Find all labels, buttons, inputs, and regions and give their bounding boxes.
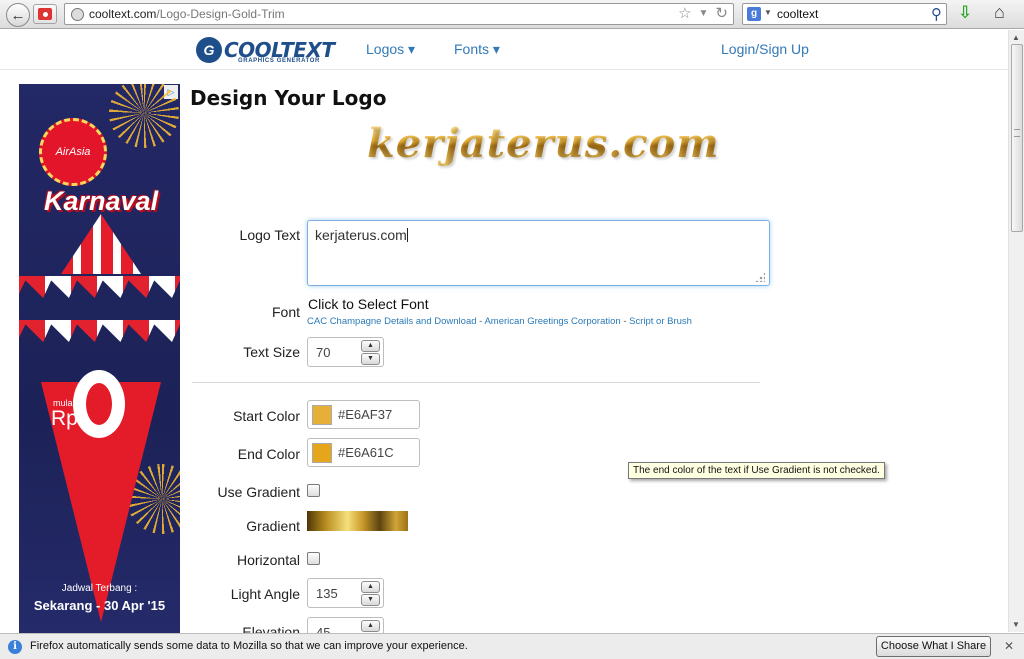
end-color-picker[interactable]: #E6A61C: [307, 438, 420, 467]
ad-headline: Karnaval: [44, 186, 159, 216]
light-angle-label: Light Angle: [230, 586, 300, 602]
back-button[interactable]: ←: [6, 3, 30, 27]
nav-login[interactable]: Login/Sign Up: [721, 41, 809, 57]
text-size-label: Text Size: [243, 344, 300, 360]
logo-text-label: Logo Text: [239, 227, 300, 243]
bunting-decoration: [19, 276, 180, 298]
google-icon[interactable]: g: [747, 7, 761, 21]
home-icon[interactable]: ⌂: [994, 2, 1005, 23]
end-color-value: #E6A61C: [338, 445, 394, 460]
logo-text-value: kerjaterus.com: [315, 227, 407, 243]
end-color-label: End Color: [237, 446, 300, 462]
gradient-label: Gradient: [246, 518, 300, 534]
resize-grip-icon[interactable]: [755, 272, 765, 282]
cooltext-logo[interactable]: G COOLTEXT GRAPHICS GENERATOR: [196, 37, 335, 64]
close-icon[interactable]: ✕: [1004, 639, 1014, 653]
back-arrow-icon: ←: [10, 6, 26, 24]
page-scrollbar[interactable]: ▲ ▼: [1008, 30, 1024, 632]
decrement-icon[interactable]: ▼: [361, 353, 380, 365]
download-icon[interactable]: ⇩: [958, 3, 972, 23]
url-text: cooltext.com/Logo-Design-Gold-Trim: [89, 7, 285, 21]
circus-tent-decoration: [61, 214, 141, 274]
choose-what-i-share-button[interactable]: Choose What I Share: [876, 636, 991, 657]
font-author-link[interactable]: American Greetings Corporation: [484, 316, 620, 327]
scroll-thumb[interactable]: [1011, 44, 1023, 232]
decrement-icon[interactable]: ▼: [361, 594, 380, 606]
increment-icon[interactable]: ▲: [361, 581, 380, 593]
logo-wordmark: COOLTEXT: [224, 38, 335, 62]
notification-bar: i Firefox automatically sends some data …: [0, 633, 1024, 659]
logo-text-input[interactable]: kerjaterus.com: [307, 220, 770, 286]
nav-fonts[interactable]: Fonts ▾: [454, 41, 500, 58]
reload-icon[interactable]: ↻: [715, 5, 728, 23]
ad-schedule-dates: Sekarang - 30 Apr '15: [33, 598, 166, 613]
text-cursor: [406, 228, 408, 242]
search-magnifier-icon[interactable]: ⚲: [931, 5, 942, 23]
start-color-label: Start Color: [233, 408, 300, 424]
start-color-swatch[interactable]: [312, 405, 332, 425]
bookmark-star-icon[interactable]: ☆: [678, 5, 691, 23]
firework-decoration: [109, 84, 179, 148]
light-angle-value: 135: [316, 586, 338, 601]
advertisement-banner[interactable]: ▷ AirAsia Karnaval mulai Rp Jadwal Terba…: [19, 84, 180, 634]
horizontal-label: Horizontal: [236, 552, 300, 568]
nav-logos[interactable]: Logos ▾: [366, 41, 415, 58]
end-color-tooltip: The end color of the text if Use Gradien…: [628, 462, 885, 479]
page-title: Design Your Logo: [190, 86, 387, 110]
search-bar[interactable]: g ▼ cooltext ⚲: [742, 3, 947, 25]
browser-toolbar: ← cooltext.com/Logo-Design-Gold-Trim ☆ ▼…: [0, 0, 1024, 29]
start-color-picker[interactable]: #E6AF37: [307, 400, 420, 429]
airasia-logo: AirAsia: [39, 118, 107, 186]
start-color-value: #E6AF37: [338, 407, 393, 422]
globe-icon: [71, 8, 84, 21]
scroll-up-icon[interactable]: ▲: [1012, 33, 1020, 42]
search-input[interactable]: cooltext: [777, 7, 818, 21]
font-download-link[interactable]: CAC Champagne Details and Download: [307, 316, 477, 327]
ad-schedule-label: Jadwal Terbang :: [61, 583, 138, 594]
logo-emblem-icon: G: [196, 37, 222, 63]
gradient-picker[interactable]: [307, 511, 408, 531]
light-angle-stepper[interactable]: 135 ▲ ▼: [307, 578, 384, 608]
bunting-decoration: [19, 320, 180, 342]
font-label: Font: [271, 304, 300, 320]
site-header: G COOLTEXT GRAPHICS GENERATOR Logos ▾ Fo…: [0, 30, 1008, 70]
engine-dropdown-icon[interactable]: ▼: [764, 8, 772, 17]
info-icon: i: [8, 640, 22, 654]
logo-preview: kerjaterus.com: [367, 120, 720, 167]
increment-icon[interactable]: ▲: [361, 620, 380, 632]
font-select[interactable]: Click to Select Font: [308, 296, 429, 312]
history-button[interactable]: [33, 4, 57, 24]
text-size-value: 70: [316, 345, 331, 360]
logo-tagline: GRAPHICS GENERATOR: [238, 58, 320, 64]
use-gradient-label: Use Gradient: [217, 484, 300, 500]
use-gradient-checkbox[interactable]: [307, 484, 320, 497]
address-bar[interactable]: cooltext.com/Logo-Design-Gold-Trim ☆ ▼ ↻: [64, 3, 734, 25]
notification-message: Firefox automatically sends some data to…: [30, 640, 468, 652]
end-color-swatch[interactable]: [312, 443, 332, 463]
ad-price-zero: [73, 370, 125, 438]
horizontal-checkbox[interactable]: [307, 552, 320, 565]
text-size-stepper[interactable]: 70 ▲ ▼: [307, 337, 384, 367]
camera-icon: [38, 8, 52, 20]
scroll-down-icon[interactable]: ▼: [1012, 620, 1020, 629]
section-divider: [192, 382, 760, 383]
dropdown-arrow-icon[interactable]: ▼: [699, 5, 709, 23]
font-credits: CAC Champagne Details and Download - Ame…: [307, 316, 692, 327]
font-category-link[interactable]: Script or Brush: [629, 316, 692, 327]
increment-icon[interactable]: ▲: [361, 340, 380, 352]
